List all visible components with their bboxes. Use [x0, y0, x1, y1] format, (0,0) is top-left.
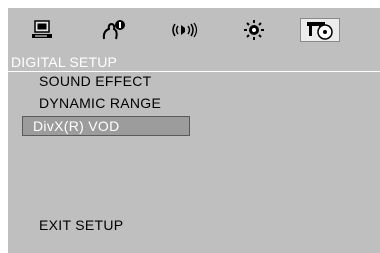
- sound-waves-icon: [172, 22, 198, 38]
- tab-digital-setup[interactable]: [300, 18, 340, 42]
- tab-video[interactable]: [234, 18, 274, 42]
- speaker-person-icon: [102, 20, 125, 40]
- tab-audio[interactable]: [164, 18, 204, 42]
- header-divider: [8, 71, 380, 72]
- computer-icon: [32, 20, 52, 38]
- menu-item-divx-vod-label: DivX(R) VOD: [33, 118, 120, 134]
- exit-setup-button[interactable]: EXIT SETUP: [39, 217, 123, 233]
- tab-speaker[interactable]: [94, 18, 134, 42]
- menu-header: DIGITAL SETUP: [11, 54, 118, 70]
- menu-item-dynamic-range[interactable]: DYNAMIC RANGE: [39, 95, 161, 111]
- sun-brightness-icon: [244, 20, 264, 40]
- menu-item-sound-effect[interactable]: SOUND EFFECT: [39, 73, 152, 89]
- disc-setup-icon: [307, 22, 333, 40]
- tab-bar: [8, 8, 380, 48]
- menu-item-divx-vod[interactable]: DivX(R) VOD: [22, 116, 190, 136]
- tab-general[interactable]: [22, 18, 62, 42]
- osd-setup-screen: DIGITAL SETUP SOUND EFFECT DYNAMIC RANGE…: [8, 8, 380, 253]
